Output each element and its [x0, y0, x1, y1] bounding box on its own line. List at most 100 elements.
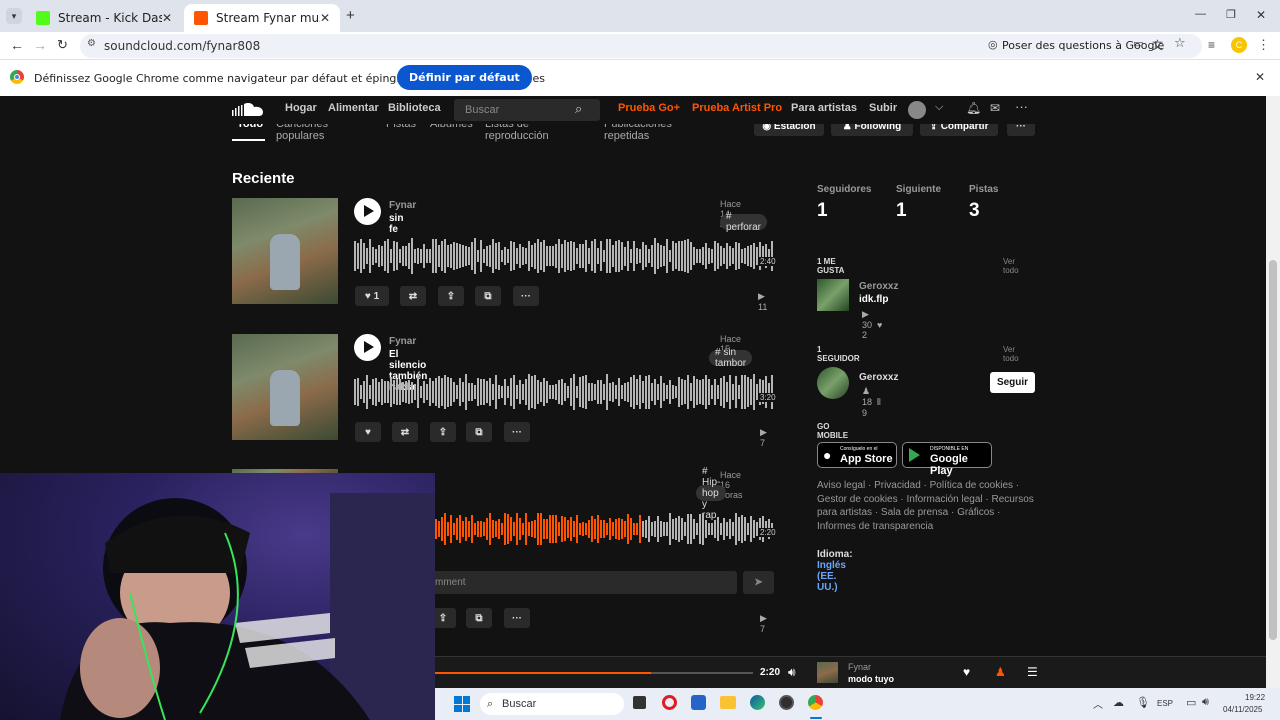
edge-icon[interactable]	[750, 695, 765, 710]
tab-kick[interactable]: Stream - Kick Dashboard ✕	[26, 4, 182, 32]
more-button[interactable]: ···	[504, 608, 530, 628]
minimize-icon[interactable]: —	[1195, 8, 1206, 20]
windows-start-icon[interactable]	[454, 696, 470, 712]
track-tag[interactable]: # sin tambor	[709, 347, 753, 369]
app-store-badge[interactable]: ● Consíguelo en el App Store	[817, 442, 897, 468]
search-icon[interactable]: ⌕	[575, 101, 582, 117]
track-artist[interactable]: Fynar	[389, 200, 416, 211]
like-button[interactable]: ♥	[355, 422, 381, 442]
go-plus-link[interactable]: Prueba Go+	[618, 102, 680, 114]
forward-icon[interactable]: →	[33, 37, 47, 53]
google-play-badge[interactable]: DISPONIBLE EN Google Play	[902, 442, 992, 477]
repost-button[interactable]: ⇄	[392, 422, 418, 442]
language-setting[interactable]: Idioma: Inglés (EE. UU.)	[817, 549, 853, 593]
volume-icon[interactable]: 🔊︎	[788, 665, 796, 680]
for-artists-link[interactable]: Para artistas	[791, 102, 857, 114]
new-tab-icon[interactable]: +	[346, 7, 355, 24]
copy-link-button[interactable]: ⧉	[475, 286, 501, 306]
waveform[interactable]	[354, 236, 774, 276]
liked-track-artwork[interactable]	[817, 279, 849, 311]
user-avatar[interactable]	[908, 101, 926, 119]
track-artwork[interactable]	[232, 334, 338, 440]
maximize-icon[interactable]: ❐	[1226, 8, 1236, 21]
follow-icon[interactable]: ♟	[995, 665, 1006, 679]
following-value[interactable]: 1	[896, 200, 907, 222]
taskbar-search[interactable]: ⌕ Buscar	[480, 693, 624, 715]
address-bar[interactable]: ⚙ soundcloud.com/fynar808 ◎ Poser des qu…	[80, 34, 1202, 58]
mic-icon[interactable]: 🎙︎	[1136, 696, 1150, 709]
tracks-value[interactable]: 3	[969, 200, 980, 222]
site-info-icon[interactable]: ⚙	[87, 38, 96, 49]
play-button[interactable]	[354, 198, 381, 225]
store-icon[interactable]	[691, 695, 706, 710]
tracks-label[interactable]: Pistas	[969, 184, 998, 195]
clock-time[interactable]: 19:22	[1245, 693, 1265, 702]
track-artist[interactable]: Fynar	[389, 336, 416, 347]
infobar-close-icon[interactable]: ✕	[1255, 70, 1265, 84]
search-input[interactable]: Buscar ⌕	[454, 99, 600, 121]
footer-links[interactable]: Aviso legal · Privacidad · Política de c…	[817, 479, 1037, 533]
onedrive-icon[interactable]: ☁	[1113, 696, 1124, 709]
speaker-icon[interactable]: 🔊︎	[1202, 696, 1209, 709]
reading-list-icon[interactable]: ≡	[1208, 38, 1215, 52]
menu-icon[interactable]: ⋮	[1257, 37, 1270, 53]
language-indicator[interactable]: ESP	[1157, 699, 1173, 708]
likes-view-all[interactable]: Ver todo	[1003, 257, 1019, 275]
followers-view-all[interactable]: Ver todo	[1003, 345, 1019, 363]
language-value[interactable]: Inglés (EE. UU.)	[817, 560, 846, 593]
play-button[interactable]	[354, 334, 381, 361]
tab-soundcloud[interactable]: Stream Fynar music | Listen to s ✕	[184, 4, 340, 32]
following-label[interactable]: Siguiente	[896, 184, 941, 195]
follow-button[interactable]: Seguir	[990, 372, 1035, 393]
close-icon[interactable]: ✕	[162, 11, 172, 25]
bookmark-star-icon[interactable]: ☆	[1174, 36, 1186, 51]
track-artwork[interactable]	[232, 198, 338, 304]
send-icon[interactable]: ➤	[743, 571, 774, 594]
more-icon[interactable]: ···	[1015, 99, 1028, 114]
network-icon[interactable]: ▭	[1186, 696, 1196, 709]
chrome-taskbar-icon[interactable]	[808, 695, 823, 710]
now-playing-artist[interactable]: Fynar	[848, 662, 871, 672]
waveform[interactable]	[354, 372, 774, 412]
follower-avatar[interactable]	[817, 367, 849, 399]
liked-track-artist[interactable]: Geroxxz	[859, 281, 898, 292]
install-icon[interactable]: ▭	[1133, 37, 1143, 50]
chevron-up-icon[interactable]: ︿	[1093, 696, 1103, 711]
translate-icon[interactable]: 文	[1152, 37, 1163, 53]
window-close-icon[interactable]: ✕	[1256, 8, 1266, 22]
clock-date[interactable]: 04/11/2025	[1223, 705, 1262, 714]
upload-link[interactable]: Subir	[869, 102, 897, 114]
follower-name[interactable]: Geroxxz	[859, 372, 898, 383]
now-playing-artwork[interactable]	[817, 662, 838, 683]
track-tag[interactable]: # Hip-hop y rap	[696, 466, 727, 521]
more-button[interactable]: ···	[504, 422, 530, 442]
chevron-down-icon[interactable]: ⌵	[935, 101, 943, 114]
nav-library[interactable]: Biblioteca	[388, 102, 441, 114]
back-icon[interactable]: ←	[10, 37, 24, 53]
task-view-icon[interactable]	[633, 696, 646, 709]
nav-home[interactable]: Hogar	[285, 102, 317, 114]
copy-link-button[interactable]: ⧉	[466, 422, 492, 442]
nav-feed[interactable]: Alimentar	[328, 102, 379, 114]
followers-label[interactable]: Seguidores	[817, 184, 871, 195]
bell-icon[interactable]: 🔔︎	[966, 101, 981, 115]
page-scrollbar[interactable]	[1266, 96, 1280, 688]
like-button[interactable]: ♥ 1	[355, 286, 389, 306]
file-explorer-icon[interactable]	[720, 696, 736, 709]
profile-avatar[interactable]: C	[1231, 37, 1247, 53]
close-icon[interactable]: ✕	[320, 11, 330, 25]
share-button[interactable]: ⇪	[438, 286, 464, 306]
soundcloud-logo[interactable]	[232, 102, 264, 116]
now-playing-title[interactable]: modo tuyo	[848, 674, 894, 684]
scrollbar-thumb[interactable]	[1269, 260, 1277, 640]
track-title[interactable]: sin fe	[389, 213, 403, 235]
followers-value[interactable]: 1	[817, 200, 828, 222]
heart-icon[interactable]: ♥	[963, 665, 970, 679]
obs-icon[interactable]	[779, 695, 794, 710]
copy-link-button[interactable]: ⧉	[466, 608, 492, 628]
tab-search-icon[interactable]: ▾	[6, 8, 22, 24]
opera-icon[interactable]	[662, 695, 677, 710]
set-default-button[interactable]: Définir par défaut	[397, 65, 532, 90]
artist-pro-link[interactable]: Prueba Artist Pro	[692, 102, 782, 114]
lens-icon[interactable]: ◎	[988, 38, 998, 51]
